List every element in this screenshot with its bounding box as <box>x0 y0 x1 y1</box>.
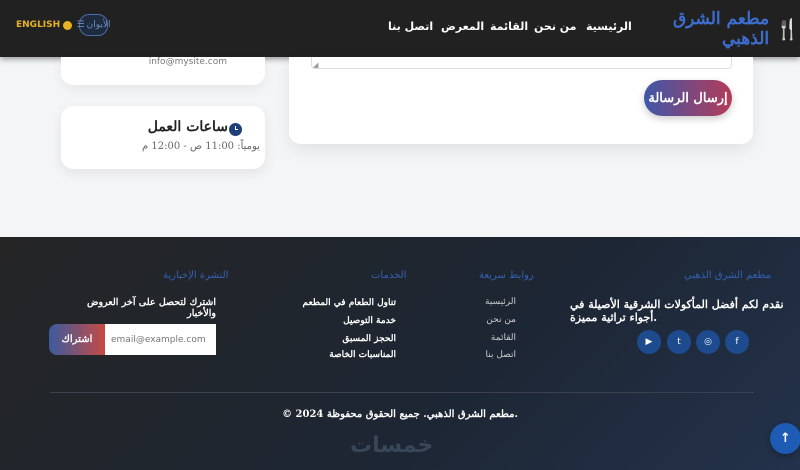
language-label: ENGLISH <box>16 20 61 30</box>
menu-toggle-button[interactable]: ☰ الأيوان <box>76 14 111 36</box>
nav-link-about[interactable]: من نحن <box>534 20 577 33</box>
newsletter-email-input[interactable] <box>105 324 216 355</box>
hamburger-icon: ☰ <box>76 20 85 30</box>
footer-divider <box>50 392 754 393</box>
subscribe-button[interactable]: اشتراك <box>49 324 105 355</box>
footer-link-menu[interactable]: القائمة <box>470 333 516 343</box>
working-hours-text: يومياً: 11:00 ص - 12:00 م <box>142 141 260 152</box>
newsletter-text: اشترك لتحصل على آخر العروض والأخبار <box>86 297 216 319</box>
footer-service-events: المناسبات الخاصة <box>329 350 396 360</box>
brand-name: مطعم الشرق الذهبي <box>672 9 770 49</box>
footer-link-home[interactable]: الرئيسية <box>470 297 516 307</box>
footer-quick-links-heading: روابط سريعة <box>479 270 534 281</box>
nav-link-gallery[interactable]: المعرض <box>441 20 484 33</box>
contact-email-card: info@mysite.com <box>61 57 265 85</box>
working-hours-card <box>61 106 265 169</box>
arrow-up-icon: ↑ <box>780 431 791 446</box>
brand-logo[interactable]: 🍴 مطعم الشرق الذهبي <box>620 9 800 49</box>
globe-icon <box>63 20 73 30</box>
working-hours-title: ساعات العمل <box>147 119 228 135</box>
instagram-icon[interactable]: ◎ <box>696 330 720 354</box>
footer-link-about[interactable]: من نحن <box>470 315 516 325</box>
copyright-text: © 2024 مطعم الشرق الذهبي. جميع الحقوق مح… <box>282 409 518 420</box>
facebook-icon[interactable]: f <box>725 330 749 354</box>
watermark-logo: خمسات <box>350 433 434 458</box>
scroll-to-top-button[interactable]: ↑ <box>770 423 800 454</box>
footer-service-reservation: الحجز المسبق <box>342 334 396 344</box>
menu-toggle-label: الأيوان <box>86 20 111 30</box>
footer-service-dining: تناول الطعام في المطعم <box>302 298 397 308</box>
twitter-icon[interactable]: t <box>667 330 691 354</box>
nav-link-menu[interactable]: القائمة <box>490 20 528 33</box>
nav-link-home[interactable]: الرئيسية <box>586 20 632 33</box>
footer-about-heading: مطعم الشرق الذهبي <box>684 270 772 281</box>
footer-service-delivery: خدمة التوصيل <box>343 316 396 326</box>
fork-knife-icon: 🍴 <box>775 17 800 41</box>
contact-email: info@mysite.com <box>148 57 227 67</box>
resize-handle-icon[interactable]: ◢ <box>313 61 318 69</box>
language-switch-button[interactable]: ENGLISH <box>16 20 73 30</box>
clock-icon <box>229 123 242 136</box>
message-textarea[interactable] <box>311 57 732 69</box>
footer-link-contact[interactable]: اتصل بنا <box>470 350 516 360</box>
footer-about-text: نقدم لكم أفضل المأكولات الشرقية الأصيلة … <box>570 298 784 324</box>
footer-services-heading: الخدمات <box>371 270 407 281</box>
nav-link-contact[interactable]: اتصل بنا <box>388 20 433 33</box>
send-message-button[interactable]: إرسال الرسالة <box>644 80 732 116</box>
youtube-icon[interactable]: ▶ <box>637 330 661 354</box>
footer-newsletter-heading: النشرة الإخبارية <box>163 270 229 281</box>
